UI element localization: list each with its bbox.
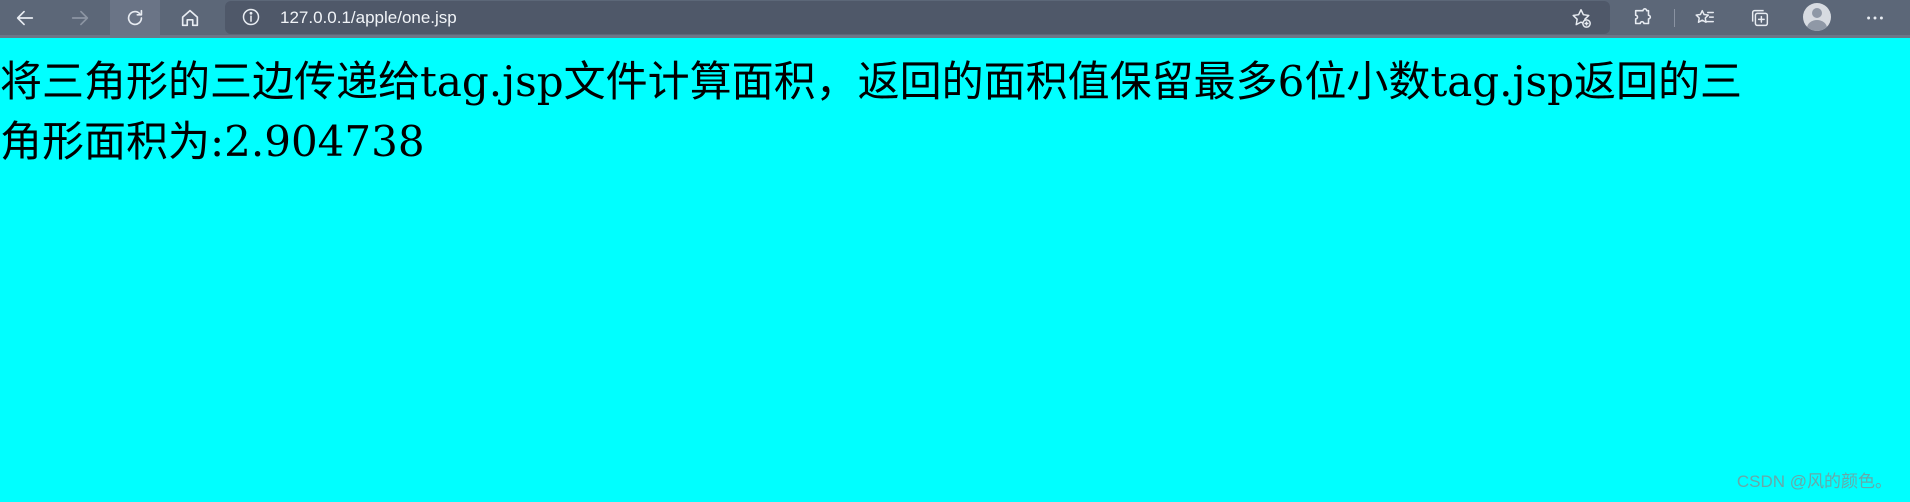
add-favorite-icon[interactable] [1570, 7, 1592, 29]
page-content: 将三角形的三边传递给tag.jsp文件计算面积，返回的面积值保留最多6位小数ta… [0, 52, 1910, 172]
back-arrow-icon [16, 10, 34, 25]
refresh-icon [127, 9, 143, 25]
address-bar[interactable]: 127.0.0.1/apple/one.jsp [225, 1, 1610, 34]
home-button[interactable] [165, 0, 215, 35]
url-text[interactable]: 127.0.0.1/apple/one.jsp [280, 1, 457, 34]
favorites-button[interactable] [1680, 0, 1730, 35]
collections-button[interactable] [1735, 0, 1785, 35]
forward-button[interactable] [55, 0, 105, 35]
info-icon[interactable] [241, 7, 261, 27]
profile-icon[interactable] [1803, 3, 1831, 31]
extensions-icon [1634, 7, 1652, 24]
more-icon [1867, 16, 1883, 19]
result-text-line-1: 将三角形的三边传递给tag.jsp文件计算面积，返回的面积值保留最多6位小数ta… [0, 57, 1742, 106]
favorites-icon [1695, 9, 1714, 23]
extensions-button[interactable] [1618, 0, 1668, 35]
collections-icon [1751, 9, 1769, 26]
back-button[interactable] [0, 0, 50, 35]
home-icon [181, 9, 199, 26]
more-button[interactable] [1850, 0, 1900, 35]
result-text-line-2: 角形面积为:2.904738 [0, 117, 425, 166]
refresh-button[interactable] [110, 0, 160, 35]
browser-toolbar: 127.0.0.1/apple/one.jsp [0, 0, 1910, 38]
watermark: CSDN @风的颜色。 [1736, 472, 1892, 491]
forward-arrow-icon [71, 10, 89, 25]
toolbar-separator [1674, 9, 1675, 27]
